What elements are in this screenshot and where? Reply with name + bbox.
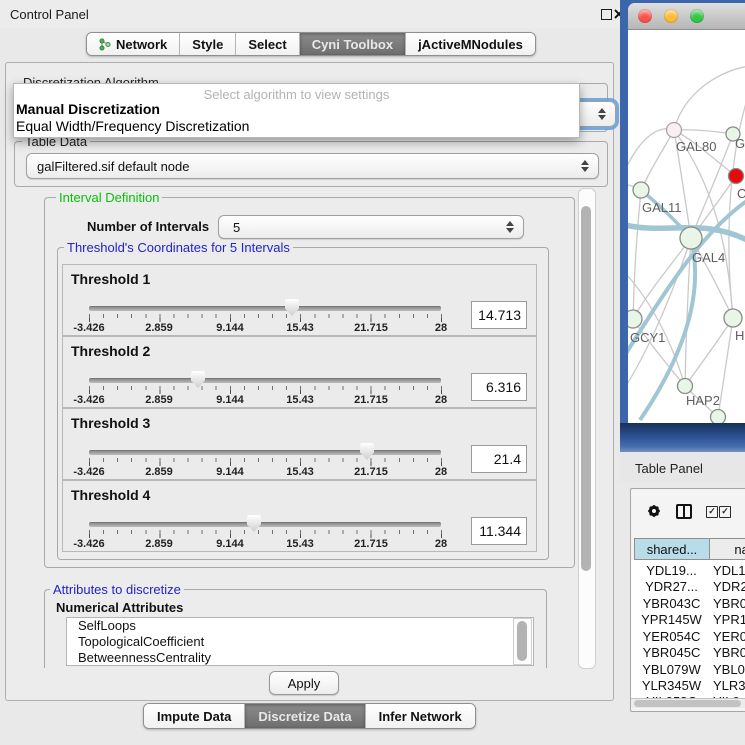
- threshold-2-label: Threshold 2: [71, 343, 150, 359]
- checkbox-icon[interactable]: ✓: [706, 506, 718, 518]
- node-label-hap2: HAP2: [686, 393, 720, 408]
- gear-icon[interactable]: [646, 503, 662, 519]
- node-label-partial-h: H: [735, 328, 744, 343]
- table-row[interactable]: YBR045CYBR0: [631, 644, 745, 661]
- settings-scrollbar-track[interactable]: [578, 188, 596, 669]
- mac-close-icon[interactable]: [638, 9, 652, 23]
- option-manual-discretization[interactable]: Manual Discretization: [16, 101, 160, 117]
- stepper-arrows-icon: [581, 160, 589, 172]
- node-label-partial-c: C: [737, 186, 745, 201]
- threshold-4-slider-track[interactable]: [89, 522, 441, 527]
- node-label-partial-g: G: [735, 136, 745, 151]
- table-row[interactable]: YLR345WYLR3: [631, 677, 745, 694]
- threshold-1-panel: Threshold 1 -3.426 2.859 9.144 15.43 21.…: [62, 264, 537, 336]
- column-header-shared[interactable]: shared...: [634, 538, 710, 560]
- table-hscrollbar-thumb[interactable]: [634, 700, 741, 707]
- number-of-intervals-combo[interactable]: 5: [218, 215, 524, 239]
- threshold-1-slider-track[interactable]: [89, 306, 441, 311]
- interval-definition-label: Interval Definition: [56, 190, 162, 205]
- option-equal-width-frequency[interactable]: Equal Width/Frequency Discretization: [16, 118, 249, 134]
- tab-network[interactable]: Network: [87, 33, 180, 55]
- node-gal80[interactable]: [667, 123, 682, 138]
- table-row[interactable]: YBL079WYBL0: [631, 661, 745, 678]
- node-label-gcy1: GCY1: [630, 330, 665, 345]
- node-label-gal11: GAL11: [642, 200, 682, 215]
- threshold-3-slider-track[interactable]: [89, 450, 441, 455]
- control-panel-titlebar: Control Panel: [0, 0, 620, 28]
- node-hap2[interactable]: [678, 379, 693, 394]
- tab-impute-data[interactable]: Impute Data: [144, 704, 245, 728]
- apply-button[interactable]: Apply: [269, 671, 339, 695]
- threshold-1-value[interactable]: 14.713: [471, 301, 527, 329]
- table-body: YDL19...YDL1 YDR27...YDR2 YBR043CYBR0 YP…: [631, 560, 745, 698]
- number-of-intervals-label: Number of Intervals: [87, 219, 209, 234]
- column-header-name[interactable]: na...: [709, 538, 745, 560]
- mac-zoom-icon[interactable]: [690, 9, 704, 23]
- thresholds-group-label: Threshold's Coordinates for 5 Intervals: [64, 240, 293, 255]
- table-row[interactable]: YDR27...YDR2: [631, 578, 745, 595]
- attributes-scrollbar-track[interactable]: [513, 618, 532, 665]
- threshold-3-panel: Threshold 3 -3.426 2.859 9.144 15.43 21.…: [62, 408, 537, 480]
- threshold-4-label: Threshold 4: [71, 487, 150, 503]
- numerical-attributes-label: Numerical Attributes: [56, 600, 183, 615]
- node-h[interactable]: [724, 309, 742, 327]
- algorithm-hint: Select algorithm to view settings: [14, 87, 579, 102]
- threshold-3-label: Threshold 3: [71, 415, 150, 431]
- window-title: Control Panel: [10, 7, 89, 22]
- tab-discretize-data[interactable]: Discretize Data: [245, 704, 365, 728]
- threshold-1-label: Threshold 1: [71, 271, 150, 287]
- table-panel-title: Table Panel: [635, 461, 703, 476]
- table-hscrollbar-track[interactable]: [631, 698, 745, 708]
- node-red-selected[interactable]: [729, 169, 744, 184]
- cyni-mode-tabs: Impute Data Discretize Data Infer Networ…: [143, 703, 476, 729]
- attributes-scrollbar-thumb[interactable]: [517, 621, 527, 661]
- table-row[interactable]: YDL19...YDL1: [631, 562, 745, 579]
- list-item[interactable]: SelfLoops: [67, 618, 533, 634]
- tab-style[interactable]: Style: [180, 33, 236, 55]
- table-row[interactable]: YPR145WYPR1: [631, 611, 745, 628]
- threshold-2-panel: Threshold 2 -3.426 2.859 9.144 15.43 21.…: [62, 336, 537, 408]
- stepper-arrows-icon: [598, 108, 606, 120]
- node-bottom-partial[interactable]: [711, 410, 726, 424]
- column-layout-icon[interactable]: [676, 504, 692, 519]
- network-window-titlebar[interactable]: [628, 3, 745, 30]
- node-gal11[interactable]: [633, 182, 649, 198]
- float-window-icon[interactable]: [601, 9, 612, 20]
- threshold-2-slider-track[interactable]: [89, 378, 441, 383]
- list-item[interactable]: TopologicalCoefficient: [67, 634, 533, 650]
- tab-jactivemnodules[interactable]: jActiveMNodules: [406, 33, 535, 55]
- algorithm-dropdown-popup: Select algorithm to view settings Manual…: [13, 83, 580, 138]
- control-panel-tabs: Network Style Select Cyni Toolbox jActiv…: [86, 32, 536, 56]
- node-label-gal80: GAL80: [676, 139, 716, 154]
- table-panel: ✓ ✓ shared... na... YDL19...YDL1 YDR27..…: [630, 488, 745, 712]
- tab-select[interactable]: Select: [236, 33, 299, 55]
- network-icon: [99, 38, 111, 51]
- node-gal4[interactable]: [680, 227, 702, 249]
- attributes-group-label: Attributes to discretize: [50, 582, 184, 597]
- table-data-combo[interactable]: galFiltered.sif default node: [26, 153, 599, 179]
- numerical-attributes-list: SelfLoops TopologicalCoefficient Between…: [66, 617, 534, 666]
- table-row[interactable]: YBR043CYBR0: [631, 595, 745, 612]
- tab-infer-network[interactable]: Infer Network: [366, 704, 475, 728]
- threshold-2-value[interactable]: 6.316: [471, 373, 527, 401]
- network-window: GAL80 G C GAL11 GAL4 GCY1 H HAP2: [628, 3, 745, 423]
- tab-cyni-toolbox[interactable]: Cyni Toolbox: [300, 33, 406, 55]
- list-item[interactable]: BetweennessCentrality: [67, 650, 533, 666]
- threshold-3-value[interactable]: 21.4: [471, 445, 527, 473]
- node-gcy1[interactable]: [628, 310, 642, 328]
- checkbox-icon[interactable]: ✓: [719, 506, 731, 518]
- threshold-4-value[interactable]: 11.344: [471, 517, 527, 545]
- network-canvas[interactable]: GAL80 G C GAL11 GAL4 GCY1 H HAP2: [628, 30, 745, 423]
- stepper-arrows-icon: [506, 221, 514, 233]
- network-frame-bottom: [620, 423, 745, 452]
- settings-scrollbar-thumb[interactable]: [581, 206, 591, 571]
- node-label-gal4: GAL4: [692, 250, 725, 265]
- table-row[interactable]: YER054CYER0: [631, 628, 745, 645]
- mac-minimize-icon[interactable]: [664, 9, 678, 23]
- threshold-4-panel: Threshold 4 -3.426 2.859 9.144 15.43 21.…: [62, 480, 537, 552]
- table-panel-titlebar: Table Panel: [620, 452, 745, 482]
